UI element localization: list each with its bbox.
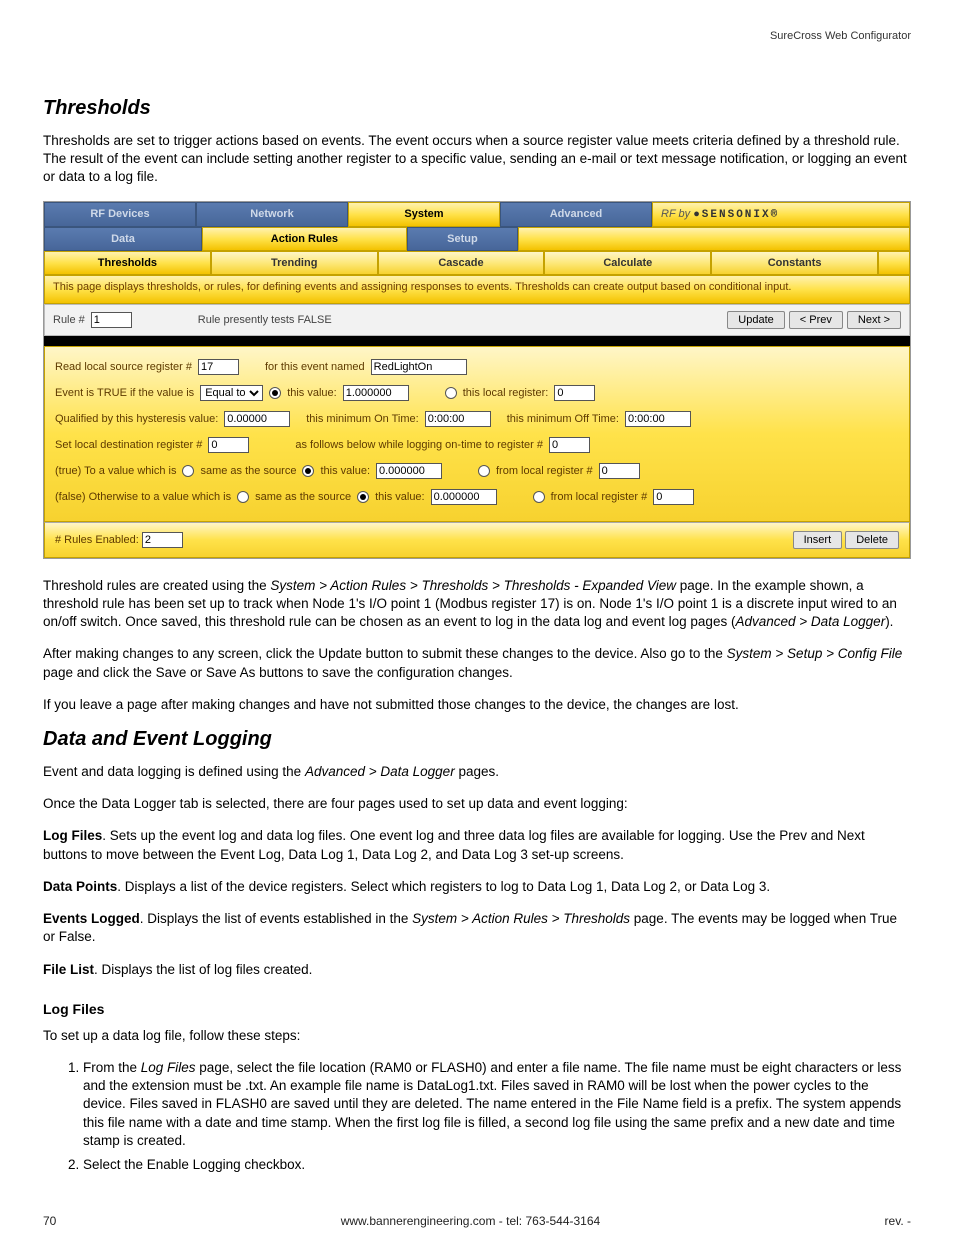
dest-register-input[interactable]: [208, 437, 249, 453]
logfiles-subintro: To set up a data log file, follow these …: [43, 1027, 911, 1045]
true-value-input[interactable]: [376, 463, 442, 479]
radio-true-same[interactable]: [182, 465, 194, 477]
tab-action-rules[interactable]: Action Rules: [202, 227, 407, 251]
logging-intro: Event and data logging is defined using …: [43, 763, 911, 781]
logfiles-subhead: Log Files: [43, 1001, 911, 1017]
divider-bar: [44, 336, 910, 346]
configurator-screenshot: RF Devices Network System Advanced RF by…: [43, 201, 911, 559]
thresholds-after-1: Threshold rules are created using the Sy…: [43, 577, 911, 632]
rule-number-input[interactable]: [91, 312, 132, 328]
thresholds-after-2: After making changes to any screen, clic…: [43, 645, 911, 681]
logging-heading: Data and Event Logging: [43, 728, 911, 751]
row4-label-b: as follows below while logging on-time t…: [295, 439, 543, 451]
config-footer: # Rules Enabled: Insert Delete: [44, 522, 910, 558]
events-desc: Events Logged. Displays the list of even…: [43, 910, 911, 946]
tab-network[interactable]: Network: [196, 202, 348, 227]
radio-false-same[interactable]: [237, 491, 249, 503]
tab-advanced[interactable]: Advanced: [500, 202, 652, 227]
next-button[interactable]: Next >: [847, 311, 901, 329]
tab-rf-devices[interactable]: RF Devices: [44, 202, 196, 227]
row6-opt2: this value:: [375, 491, 425, 503]
tab-constants[interactable]: Constants: [711, 251, 878, 275]
thresholds-intro: Thresholds are set to trigger actions ba…: [43, 132, 911, 187]
false-register-input[interactable]: [653, 489, 694, 505]
rule-bar: Rule # Rule presently tests FALSE Update…: [44, 304, 910, 336]
step-1: From the Log Files page, select the file…: [83, 1059, 911, 1150]
threshold-form: Read local source register # for this ev…: [44, 346, 910, 522]
row2-label-b: this value:: [287, 387, 337, 399]
row2-label-a: Event is TRUE if the value is: [55, 387, 194, 399]
tab-setup[interactable]: Setup: [407, 227, 518, 251]
update-button[interactable]: Update: [727, 311, 784, 329]
insert-button[interactable]: Insert: [793, 531, 843, 549]
rule-label: Rule #: [53, 314, 85, 326]
tab-spacer: [518, 227, 910, 251]
footer-rev: rev. -: [885, 1214, 911, 1228]
logfiles-desc: Log Files. Sets up the event log and dat…: [43, 827, 911, 863]
page-description: This page displays thresholds, or rules,…: [44, 275, 910, 304]
log-register-input[interactable]: [549, 437, 590, 453]
radio-true-register[interactable]: [478, 465, 490, 477]
event-name-input[interactable]: [371, 359, 467, 375]
rules-enabled-input[interactable]: [142, 532, 183, 548]
row3-label-a: Qualified by this hysteresis value:: [55, 413, 218, 425]
page-footer: 70 www.bannerengineering.com - tel: 763-…: [43, 1214, 911, 1228]
tab-thresholds[interactable]: Thresholds: [44, 251, 211, 275]
tab-system[interactable]: System: [348, 202, 500, 227]
row5-opt3: from local register #: [496, 465, 593, 477]
thresholds-heading: Thresholds: [43, 97, 911, 120]
prev-button[interactable]: < Prev: [789, 311, 843, 329]
rule-status: Rule presently tests FALSE: [198, 314, 332, 326]
true-register-input[interactable]: [599, 463, 640, 479]
brand-area: RF by ●SENSONIX®: [652, 202, 910, 227]
tab-data[interactable]: Data: [44, 227, 202, 251]
filelist-desc: File List. Displays the list of log file…: [43, 961, 911, 979]
tab-trending[interactable]: Trending: [211, 251, 378, 275]
row3-label-b: this minimum On Time:: [306, 413, 418, 425]
thresholds-after-3: If you leave a page after making changes…: [43, 696, 911, 714]
footer-center: www.bannerengineering.com - tel: 763-544…: [341, 1214, 601, 1228]
min-off-time-input[interactable]: [625, 411, 691, 427]
row5-label-a: (true) To a value which is: [55, 465, 176, 477]
source-register-input[interactable]: [198, 359, 239, 375]
tab-spacer2: [878, 251, 910, 275]
min-on-time-input[interactable]: [425, 411, 491, 427]
comparison-select[interactable]: Equal to: [200, 385, 263, 401]
page-number: 70: [43, 1214, 56, 1228]
rules-enabled-label: # Rules Enabled:: [55, 534, 139, 546]
compare-register-input[interactable]: [554, 385, 595, 401]
radio-local-register[interactable]: [445, 387, 457, 399]
radio-false-value[interactable]: [357, 491, 369, 503]
row2-label-c: this local register:: [463, 387, 549, 399]
step-2: Select the Enable Logging checkbox.: [83, 1156, 911, 1174]
row6-label-a: (false) Otherwise to a value which is: [55, 491, 231, 503]
delete-button[interactable]: Delete: [845, 531, 899, 549]
row1-label-a: Read local source register #: [55, 361, 192, 373]
compare-value-input[interactable]: [343, 385, 409, 401]
radio-this-value[interactable]: [269, 387, 281, 399]
row5-opt2: this value:: [320, 465, 370, 477]
logfiles-steps: From the Log Files page, select the file…: [63, 1059, 911, 1174]
row5-opt1: same as the source: [200, 465, 296, 477]
row3-label-c: this minimum Off Time:: [507, 413, 619, 425]
radio-false-register[interactable]: [533, 491, 545, 503]
radio-true-value[interactable]: [302, 465, 314, 477]
row6-opt1: same as the source: [255, 491, 351, 503]
row4-label-a: Set local destination register #: [55, 439, 202, 451]
row6-opt3: from local register #: [551, 491, 648, 503]
false-value-input[interactable]: [431, 489, 497, 505]
datapoints-desc: Data Points. Displays a list of the devi…: [43, 878, 911, 896]
logging-p2: Once the Data Logger tab is selected, th…: [43, 795, 911, 813]
doc-header: SureCross Web Configurator: [43, 30, 911, 42]
tab-cascade[interactable]: Cascade: [378, 251, 545, 275]
row1-label-b: for this event named: [265, 361, 365, 373]
tab-calculate[interactable]: Calculate: [544, 251, 711, 275]
hysteresis-input[interactable]: [224, 411, 290, 427]
